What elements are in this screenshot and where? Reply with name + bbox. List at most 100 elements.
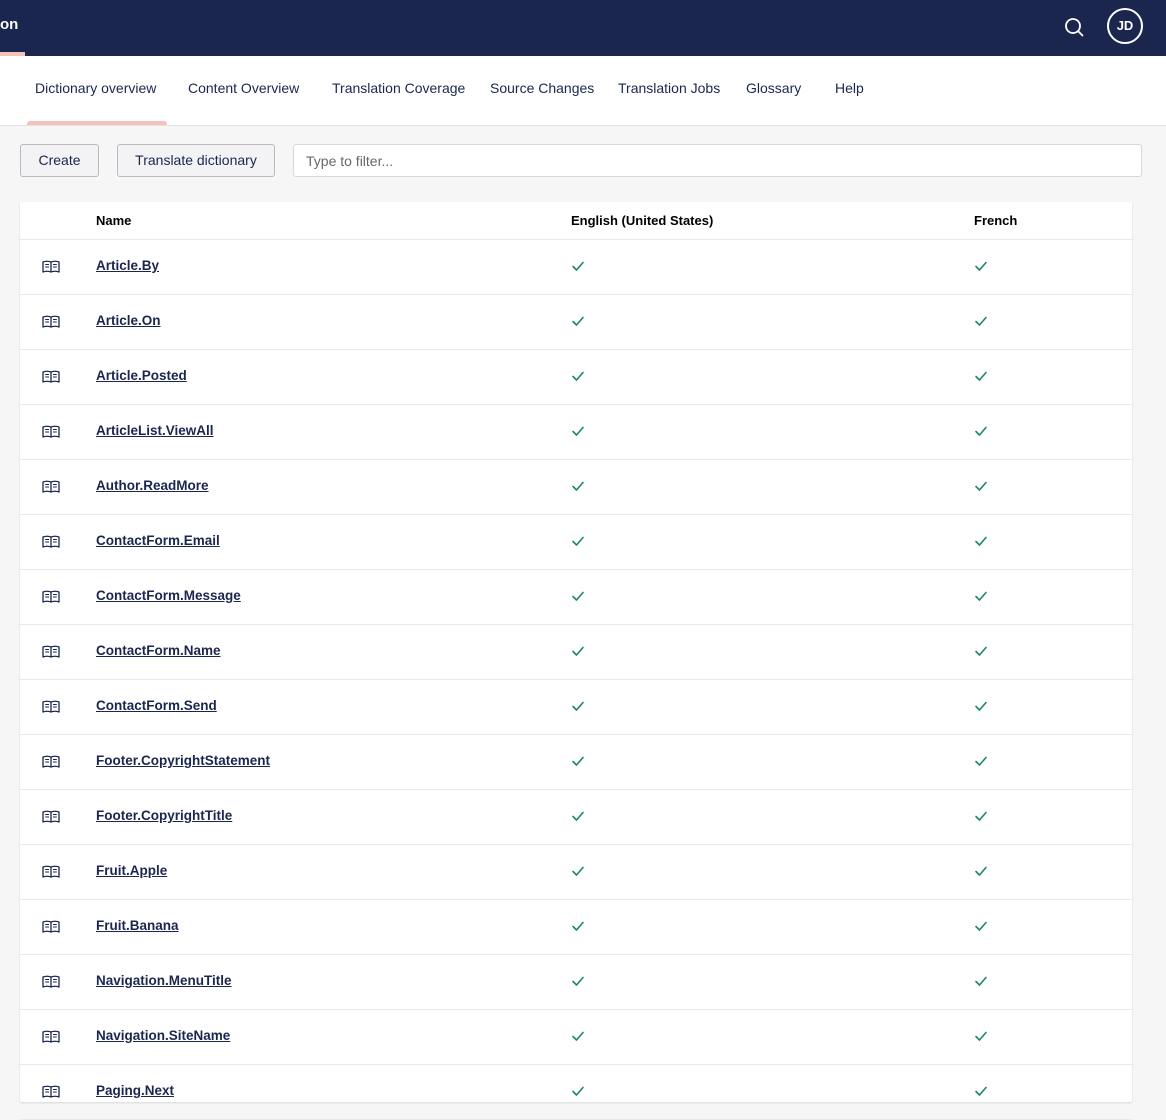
table-row[interactable]: ContactForm.Send [20, 680, 1132, 735]
translate-dictionary-button[interactable]: Translate dictionary [117, 144, 275, 177]
english-translated-check-icon [571, 919, 585, 933]
app-title: on [0, 16, 19, 33]
french-translated-check-icon [974, 919, 988, 933]
filter-input[interactable] [293, 144, 1142, 177]
table-header: Name English (United States) French [20, 202, 1132, 240]
english-translated-check-icon [571, 424, 585, 438]
column-header-english[interactable]: English (United States) [571, 213, 713, 228]
french-translated-check-icon [974, 534, 988, 548]
dictionary-item-link[interactable]: ContactForm.Email [96, 533, 220, 548]
table-row[interactable]: ContactForm.Message [20, 570, 1132, 625]
english-translated-check-icon [571, 1084, 585, 1098]
table-row[interactable]: Author.ReadMore [20, 460, 1132, 515]
table-row[interactable]: ContactForm.Name [20, 625, 1132, 680]
table-row[interactable]: Article.By [20, 240, 1132, 295]
book-icon [42, 1084, 60, 1100]
column-header-french[interactable]: French [974, 213, 1017, 228]
book-icon [42, 314, 60, 330]
book-icon [42, 534, 60, 550]
dictionary-item-link[interactable]: Fruit.Apple [96, 863, 167, 878]
french-translated-check-icon [974, 424, 988, 438]
book-icon [42, 479, 60, 495]
book-icon [42, 919, 60, 935]
french-translated-check-icon [974, 1029, 988, 1043]
create-button[interactable]: Create [20, 144, 99, 177]
table-row[interactable]: Footer.CopyrightTitle [20, 790, 1132, 845]
english-translated-check-icon [571, 1029, 585, 1043]
table-row[interactable]: Fruit.Banana [20, 900, 1132, 955]
column-header-name[interactable]: Name [96, 213, 131, 228]
dictionary-item-link[interactable]: Author.ReadMore [96, 478, 209, 493]
dictionary-item-link[interactable]: Navigation.SiteName [96, 1028, 230, 1043]
book-icon [42, 644, 60, 660]
book-icon [42, 589, 60, 605]
dictionary-item-link[interactable]: Fruit.Banana [96, 918, 179, 933]
book-icon [42, 369, 60, 385]
french-translated-check-icon [974, 259, 988, 273]
french-translated-check-icon [974, 589, 988, 603]
active-tab-indicator [27, 121, 167, 125]
english-translated-check-icon [571, 369, 585, 383]
dictionary-item-link[interactable]: ContactForm.Send [96, 698, 217, 713]
dictionary-item-link[interactable]: Article.By [96, 258, 159, 273]
french-translated-check-icon [974, 699, 988, 713]
french-translated-check-icon [974, 369, 988, 383]
dictionary-item-link[interactable]: Article.On [96, 313, 161, 328]
english-translated-check-icon [571, 314, 585, 328]
table-row[interactable]: Article.Posted [20, 350, 1132, 405]
french-translated-check-icon [974, 809, 988, 823]
tab-source-changes[interactable]: Source Changes [490, 80, 594, 96]
table-row[interactable]: ContactForm.Email [20, 515, 1132, 570]
top-header: on JD [0, 0, 1166, 56]
french-translated-check-icon [974, 754, 988, 768]
search-icon[interactable] [1062, 15, 1086, 39]
french-translated-check-icon [974, 1084, 988, 1098]
tab-dictionary-overview[interactable]: Dictionary overview [35, 80, 156, 96]
book-icon [42, 974, 60, 990]
english-translated-check-icon [571, 259, 585, 273]
table-row[interactable]: Navigation.SiteName [20, 1010, 1132, 1065]
dictionary-item-link[interactable]: ArticleList.ViewAll [96, 423, 214, 438]
book-icon [42, 754, 60, 770]
table-row[interactable]: Article.On [20, 295, 1132, 350]
tab-bar: Dictionary overview Content Overview Tra… [0, 56, 1166, 126]
dictionary-item-link[interactable]: ContactForm.Name [96, 643, 221, 658]
dictionary-item-link[interactable]: Paging.Next [96, 1083, 174, 1098]
dictionary-item-link[interactable]: ContactForm.Message [96, 588, 241, 603]
book-icon [42, 424, 60, 440]
english-translated-check-icon [571, 754, 585, 768]
book-icon [42, 809, 60, 825]
dictionary-item-link[interactable]: Navigation.MenuTitle [96, 973, 232, 988]
tab-glossary[interactable]: Glossary [746, 80, 801, 96]
tab-help[interactable]: Help [835, 80, 864, 96]
dictionary-item-link[interactable]: Footer.CopyrightStatement [96, 753, 270, 768]
english-translated-check-icon [571, 974, 585, 988]
book-icon [42, 699, 60, 715]
french-translated-check-icon [974, 479, 988, 493]
table-row[interactable]: Footer.CopyrightStatement [20, 735, 1132, 790]
french-translated-check-icon [974, 644, 988, 658]
english-translated-check-icon [571, 699, 585, 713]
french-translated-check-icon [974, 314, 988, 328]
book-icon [42, 864, 60, 880]
dictionary-item-link[interactable]: Article.Posted [96, 368, 187, 383]
english-translated-check-icon [571, 479, 585, 493]
book-icon [42, 259, 60, 275]
table-row[interactable]: Paging.Next [20, 1065, 1132, 1120]
tab-translation-coverage[interactable]: Translation Coverage [332, 80, 465, 96]
tab-translation-jobs[interactable]: Translation Jobs [618, 80, 720, 96]
table-row[interactable]: Navigation.MenuTitle [20, 955, 1132, 1010]
dictionary-table: Name English (United States) French Arti… [20, 202, 1132, 1120]
book-icon [42, 1029, 60, 1045]
english-translated-check-icon [571, 644, 585, 658]
table-row[interactable]: Fruit.Apple [20, 845, 1132, 900]
user-avatar[interactable]: JD [1107, 8, 1143, 44]
english-translated-check-icon [571, 534, 585, 548]
dictionary-item-link[interactable]: Footer.CopyrightTitle [96, 808, 232, 823]
table-row[interactable]: ArticleList.ViewAll [20, 405, 1132, 460]
french-translated-check-icon [974, 864, 988, 878]
english-translated-check-icon [571, 864, 585, 878]
english-translated-check-icon [571, 809, 585, 823]
tab-content-overview[interactable]: Content Overview [188, 80, 299, 96]
english-translated-check-icon [571, 589, 585, 603]
